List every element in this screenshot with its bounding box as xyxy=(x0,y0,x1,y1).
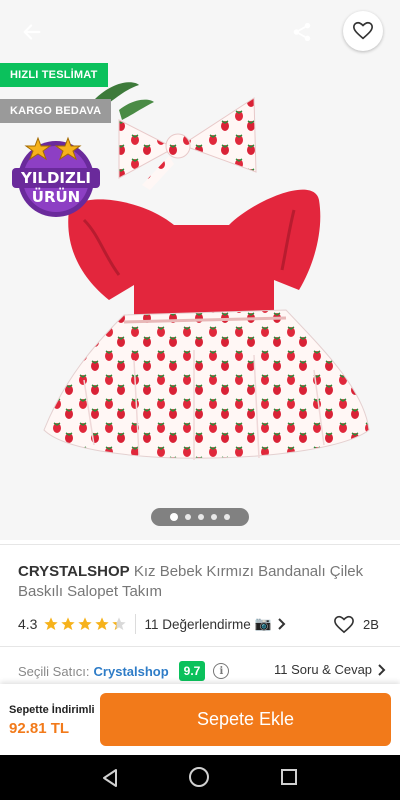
add-to-cart-button[interactable]: Sepete Ekle xyxy=(100,693,391,746)
add-to-cart-bar: Sepette İndirimli 92.81 TL Sepete Ekle xyxy=(0,684,400,755)
nav-back-icon[interactable] xyxy=(101,768,119,788)
product-image xyxy=(43,82,370,460)
star-icon xyxy=(95,617,110,630)
questions-answers-link[interactable]: 11 Soru & Cevap xyxy=(274,662,386,677)
pagination-dot[interactable] xyxy=(211,514,217,520)
pagination-dot[interactable] xyxy=(170,513,178,521)
camera-icon: 📷 xyxy=(254,616,272,631)
pagination-dot[interactable] xyxy=(185,514,191,520)
divider xyxy=(0,544,400,545)
divider xyxy=(135,614,137,634)
star-badge-line1: YILDIZLI xyxy=(20,169,91,187)
favorite-button[interactable] xyxy=(343,11,383,51)
top-app-bar xyxy=(0,0,400,60)
price: 92.81 TL xyxy=(9,720,70,737)
rating-stars xyxy=(43,616,127,632)
star-icon xyxy=(44,617,59,630)
likes-button[interactable]: 2B xyxy=(333,614,379,634)
chevron-right-icon xyxy=(277,618,286,630)
seller-score-badge: 9.7 xyxy=(178,661,206,681)
pagination-dot[interactable] xyxy=(224,514,230,520)
share-button[interactable] xyxy=(286,16,318,48)
back-button[interactable] xyxy=(16,16,48,48)
divider xyxy=(0,646,400,647)
product-image-gallery[interactable]: HIZLI TESLİMAT KARGO BEDAVA YILDIZLI ÜRÜ… xyxy=(0,0,400,540)
product-title: CRYSTALSHOP Kız Bebek Kırmızı Bandanalı … xyxy=(18,562,388,602)
seller-name-link[interactable]: Crystalshop xyxy=(94,664,169,679)
product-detail-page: HIZLI TESLİMAT KARGO BEDAVA YILDIZLI ÜRÜ… xyxy=(0,0,400,800)
qa-label: 11 Soru & Cevap xyxy=(274,662,373,677)
star-icon xyxy=(78,617,93,630)
share-icon xyxy=(293,22,311,42)
seller-label: Seçili Satıcı: xyxy=(18,663,90,679)
info-icon[interactable]: i xyxy=(213,663,230,679)
nav-home-icon[interactable] xyxy=(189,767,209,787)
heart-outline-icon xyxy=(353,21,373,40)
star-product-badge: YILDIZLI ÜRÜN xyxy=(12,136,100,217)
chevron-right-icon xyxy=(378,663,386,676)
pagination-dot[interactable] xyxy=(198,514,204,520)
fast-delivery-badge: HIZLI TESLİMAT xyxy=(0,63,108,87)
rating-score: 4.3 xyxy=(18,616,38,632)
heart-outline-icon xyxy=(334,615,354,634)
arrow-left-icon xyxy=(23,24,41,40)
discount-label: Sepette İndirimli xyxy=(9,704,95,716)
free-shipping-badge: KARGO BEDAVA xyxy=(0,99,112,123)
nav-recents-icon[interactable] xyxy=(281,769,297,785)
reviews-link[interactable]: 11 Değerlendirme 📷 xyxy=(144,616,286,632)
brand-name[interactable]: CRYSTALSHOP xyxy=(18,563,130,580)
system-navigation-bar xyxy=(0,755,400,800)
star-icon xyxy=(112,617,127,630)
star-badge-line2: ÜRÜN xyxy=(32,187,80,206)
gallery-pagination[interactable] xyxy=(151,508,249,526)
star-icon xyxy=(61,617,76,630)
reviews-count: 11 Değerlendirme xyxy=(144,616,251,632)
likes-count: 2B xyxy=(363,616,379,632)
